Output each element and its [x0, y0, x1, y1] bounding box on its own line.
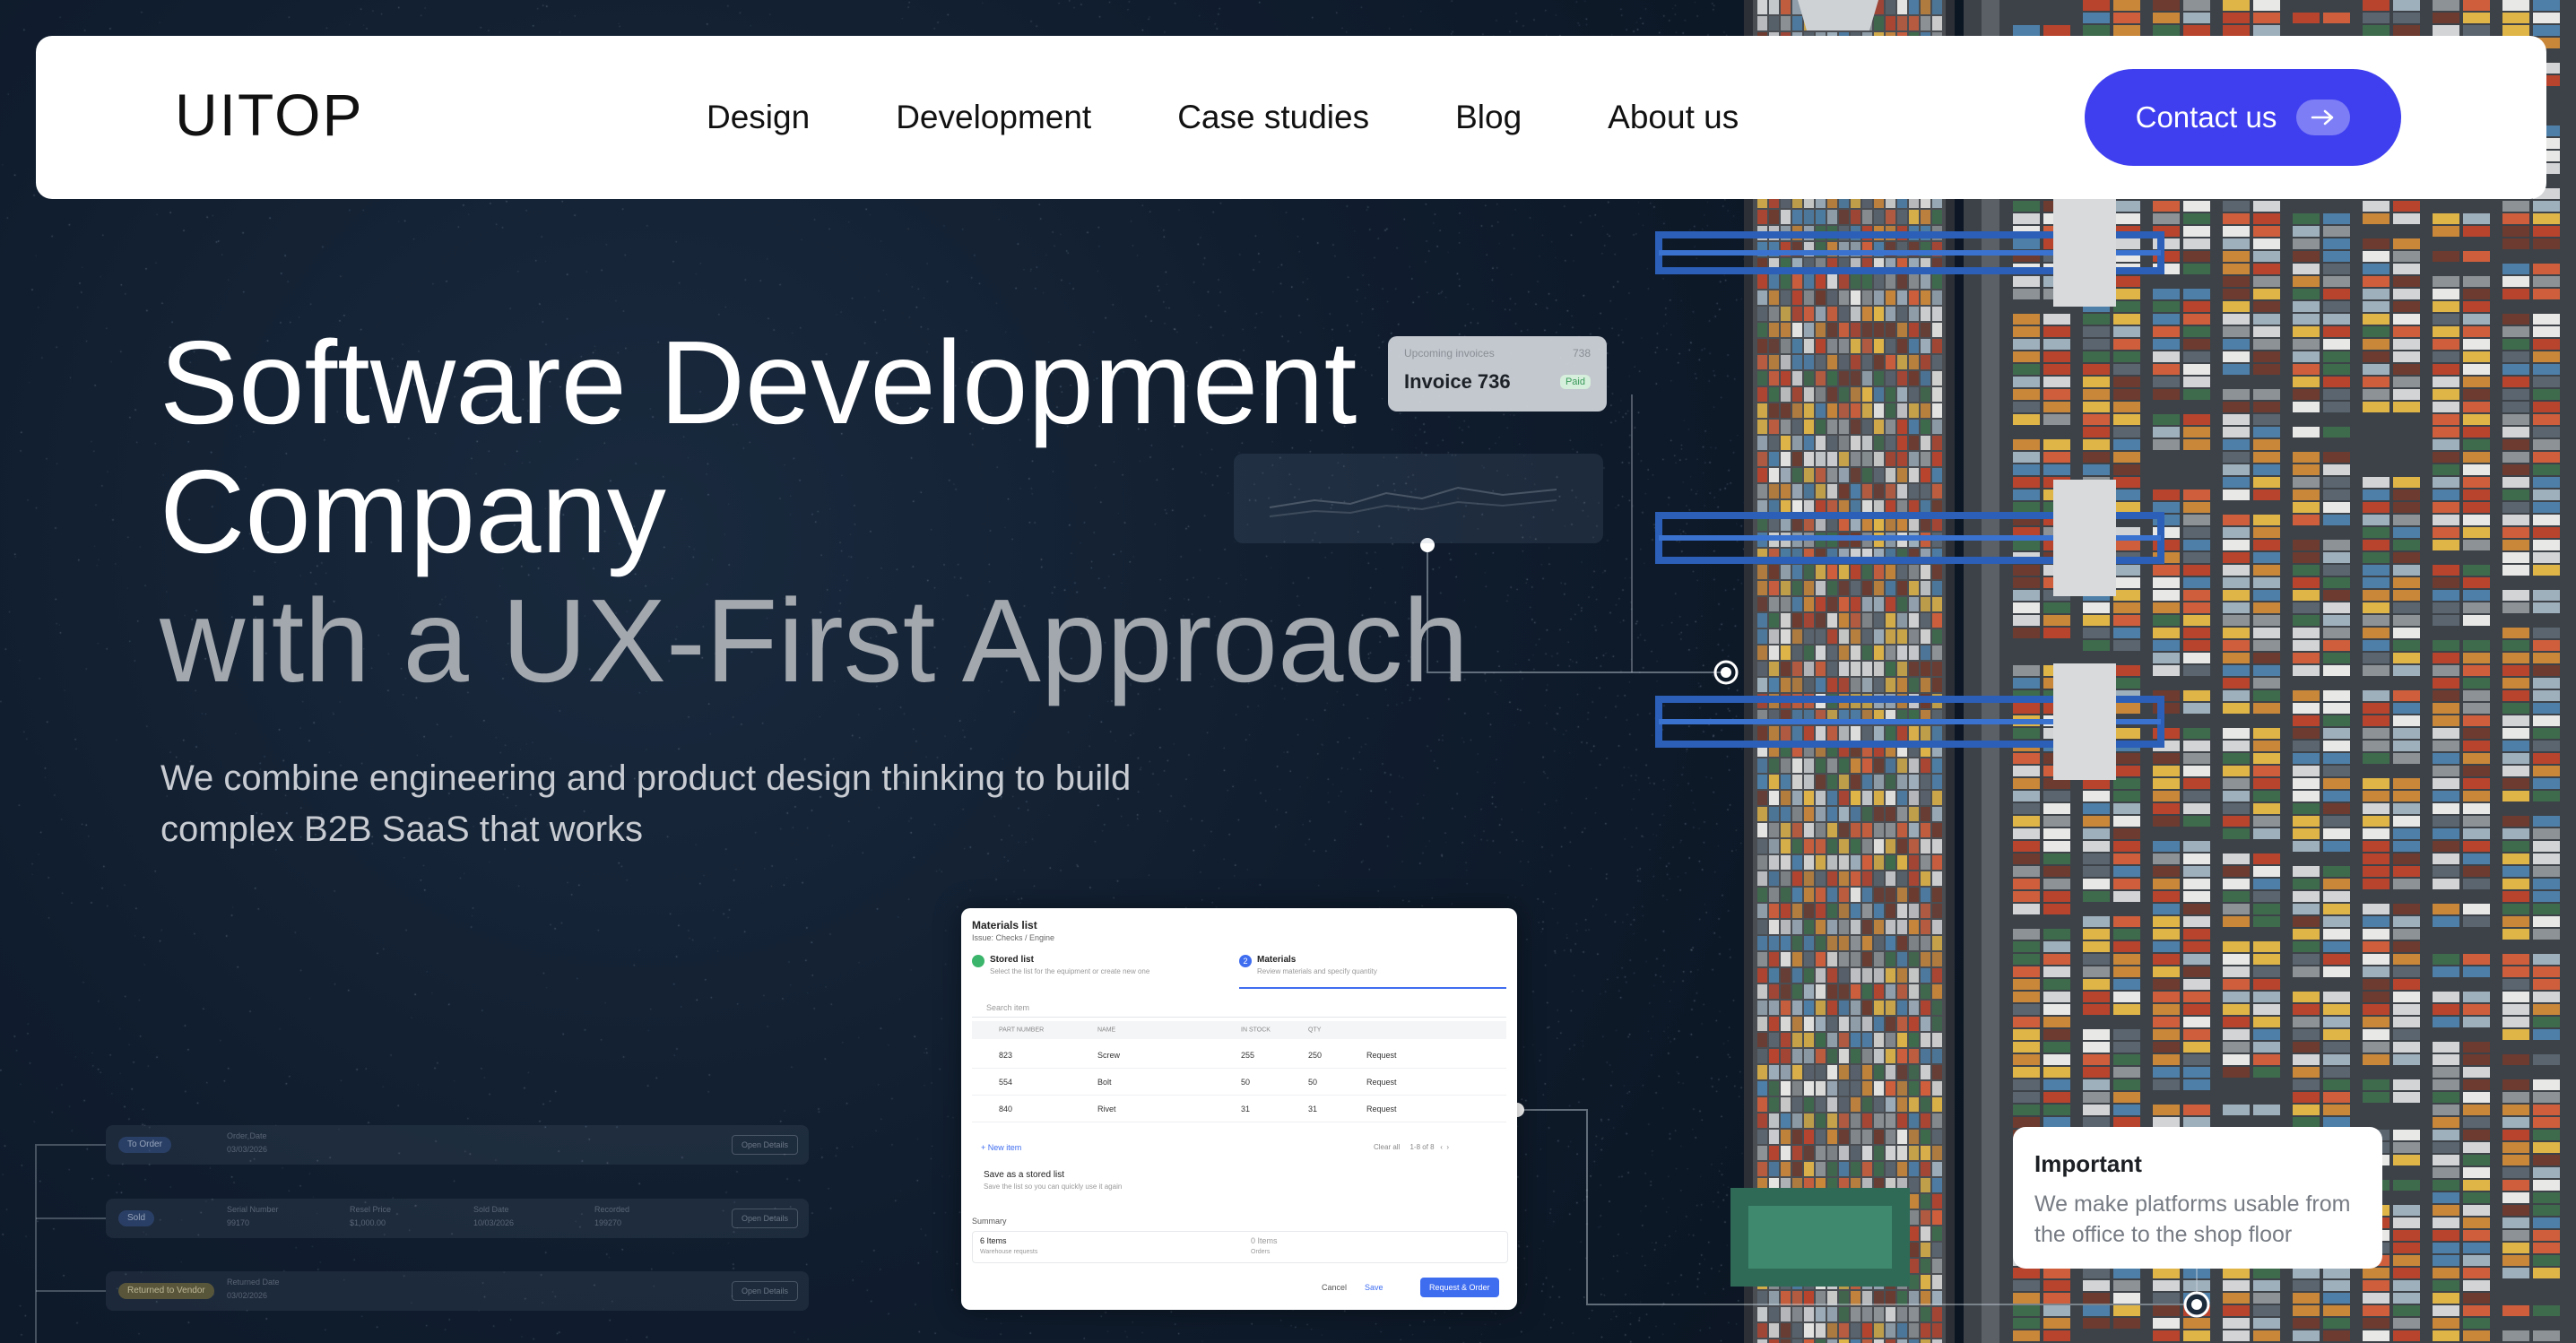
summary-orders-sub: Orders — [1251, 1249, 1271, 1255]
cell-name: Bolt — [1097, 1078, 1112, 1087]
ghost-chart-card — [1234, 454, 1603, 543]
open-details-button[interactable]: Open Details — [731, 1281, 798, 1301]
cell-qty[interactable]: 31 — [1308, 1105, 1317, 1113]
field-label: Sold Date — [473, 1205, 509, 1214]
hero-title-line1: Software Development — [160, 316, 1357, 448]
important-text-line1: We make platforms usable from — [2034, 1191, 2351, 1217]
ghost-row: Sold Serial Number 99170 Resel Price $1,… — [106, 1199, 809, 1238]
field-value: 199270 — [594, 1218, 622, 1227]
arrow-right-icon — [2296, 100, 2351, 135]
status-badge: Returned to Vendor — [118, 1283, 214, 1299]
step-stored-list-sub: Select the list for the equipment or cre… — [990, 967, 1150, 975]
cell-qty[interactable]: 50 — [1308, 1078, 1317, 1087]
hero-subtitle: We combine engineering and product desig… — [160, 753, 1272, 855]
table-row[interactable]: 554 Bolt 50 50 Request — [972, 1070, 1506, 1096]
logo[interactable]: UITOP — [175, 81, 363, 149]
materials-breadcrumb: Issue: Checks / Engine — [972, 933, 1055, 942]
cell-stock: 31 — [1241, 1105, 1251, 1113]
important-title: Important — [2034, 1150, 2142, 1177]
clear-all-link[interactable]: Clear all — [1374, 1143, 1400, 1151]
contact-us-label: Contact us — [2135, 100, 2277, 134]
col-in-stock: IN STOCK — [1241, 1027, 1271, 1034]
top-navbar: UITOP Design Development Case studies Bl… — [36, 36, 2546, 199]
contact-us-button[interactable]: Contact us — [2085, 69, 2401, 166]
cancel-button[interactable]: Cancel — [1313, 1278, 1356, 1297]
nav-about-us[interactable]: About us — [1608, 99, 1739, 136]
hero-subtitle-line1: We combine engineering and product desig… — [160, 758, 1132, 798]
table-row[interactable]: 823 Screw 255 250 Request — [972, 1043, 1506, 1069]
cell-name: Rivet — [1097, 1105, 1116, 1113]
hero-title-line3: with a UX-First Approach — [160, 575, 1469, 706]
save-stored-list-toggle[interactable]: Save as a stored list — [984, 1170, 1064, 1180]
cell-qty[interactable]: 250 — [1308, 1051, 1322, 1060]
step-materials-sub: Review materials and specify quantity — [1257, 967, 1377, 975]
field-value: 10/03/2026 — [473, 1218, 515, 1227]
table-row[interactable]: 840 Rivet 31 31 Request — [972, 1096, 1506, 1122]
cell-part: 840 — [999, 1105, 1013, 1113]
active-step-underline — [1239, 987, 1506, 989]
cell-name: Screw — [1097, 1051, 1121, 1060]
invoice-label: Upcoming invoices — [1404, 347, 1495, 360]
summary-items-sub: Warehouse requests — [980, 1249, 1038, 1255]
field-value: $1,000.00 — [350, 1218, 386, 1227]
important-text-line2: the office to the shop floor — [2034, 1222, 2293, 1247]
field-label: Returned Date — [227, 1278, 280, 1287]
step-stored-list[interactable]: Stored list — [990, 955, 1034, 965]
field-value: 99170 — [227, 1218, 250, 1227]
cell-stock: 50 — [1241, 1078, 1251, 1087]
nav-development[interactable]: Development — [896, 99, 1091, 136]
invoice-card: Upcoming invoices 738 Invoice 736 Paid — [1388, 336, 1607, 412]
status-badge: Sold — [118, 1210, 155, 1226]
check-icon — [972, 955, 984, 967]
cell-part: 823 — [999, 1051, 1013, 1060]
request-order-button[interactable]: Request & Order — [1420, 1278, 1499, 1297]
materials-title: Materials list — [972, 919, 1037, 931]
nav-case-studies[interactable]: Case studies — [1177, 99, 1369, 136]
col-qty: QTY — [1308, 1027, 1322, 1034]
invoice-count: 738 — [1572, 347, 1591, 360]
important-card: Important We make platforms usable from … — [2013, 1127, 2382, 1269]
nav-blog[interactable]: Blog — [1455, 99, 1522, 136]
field-label: Recorded — [594, 1205, 630, 1214]
summary-label: Summary — [972, 1217, 1007, 1226]
summary-items: 6 Items — [980, 1236, 1007, 1245]
cell-part: 554 — [999, 1078, 1013, 1087]
request-button[interactable]: Request — [1366, 1051, 1397, 1060]
nav-links: Design Development Case studies Blog Abo… — [707, 36, 1739, 199]
invoice-title: Invoice 736 — [1404, 370, 1511, 393]
save-button[interactable]: Save — [1356, 1278, 1392, 1297]
hero-subtitle-line2: complex B2B SaaS that works — [160, 810, 644, 849]
field-label: Order Date — [227, 1131, 267, 1140]
field-value: 03/03/2026 — [227, 1145, 268, 1154]
important-text: We make platforms usable from the office… — [2034, 1189, 2361, 1250]
ghost-row: To Order Order Date 03/03/2026 Open Deta… — [106, 1125, 809, 1165]
summary-box: 6 Items Warehouse requests 0 Items Order… — [972, 1231, 1508, 1263]
field-value: 03/02/2026 — [227, 1291, 268, 1300]
open-details-button[interactable]: Open Details — [731, 1135, 798, 1155]
nav-design[interactable]: Design — [707, 99, 810, 136]
request-button[interactable]: Request — [1366, 1078, 1397, 1087]
field-label: Serial Number — [227, 1205, 279, 1214]
save-stored-list-sub: Save the list so you can quickly use it … — [984, 1183, 1123, 1191]
pager-range: 1-8 of 8 — [1409, 1143, 1435, 1151]
col-part-number: PART NUMBER — [999, 1027, 1045, 1034]
ghost-row: Returned to Vendor Returned Date 03/02/2… — [106, 1271, 809, 1311]
summary-orders: 0 Items — [1251, 1236, 1278, 1245]
cell-stock: 255 — [1241, 1051, 1255, 1060]
status-badge: To Order — [118, 1137, 171, 1153]
step-materials[interactable]: Materials — [1257, 955, 1296, 965]
search-input[interactable]: Search item — [972, 998, 1506, 1018]
new-item-link[interactable]: + New item — [981, 1143, 1021, 1152]
table-header: PART NUMBER NAME IN STOCK QTY — [972, 1021, 1506, 1039]
step-number: 2 — [1239, 955, 1252, 967]
open-details-button[interactable]: Open Details — [731, 1209, 798, 1228]
materials-list-panel: Materials list Issue: Checks / Engine St… — [961, 908, 1517, 1310]
invoice-status-badge: Paid — [1559, 375, 1591, 389]
pager: Clear all 1-8 of 8 ‹ › — [1374, 1143, 1450, 1151]
col-name: NAME — [1097, 1027, 1116, 1034]
request-button[interactable]: Request — [1366, 1105, 1397, 1113]
field-label: Resel Price — [350, 1205, 392, 1214]
